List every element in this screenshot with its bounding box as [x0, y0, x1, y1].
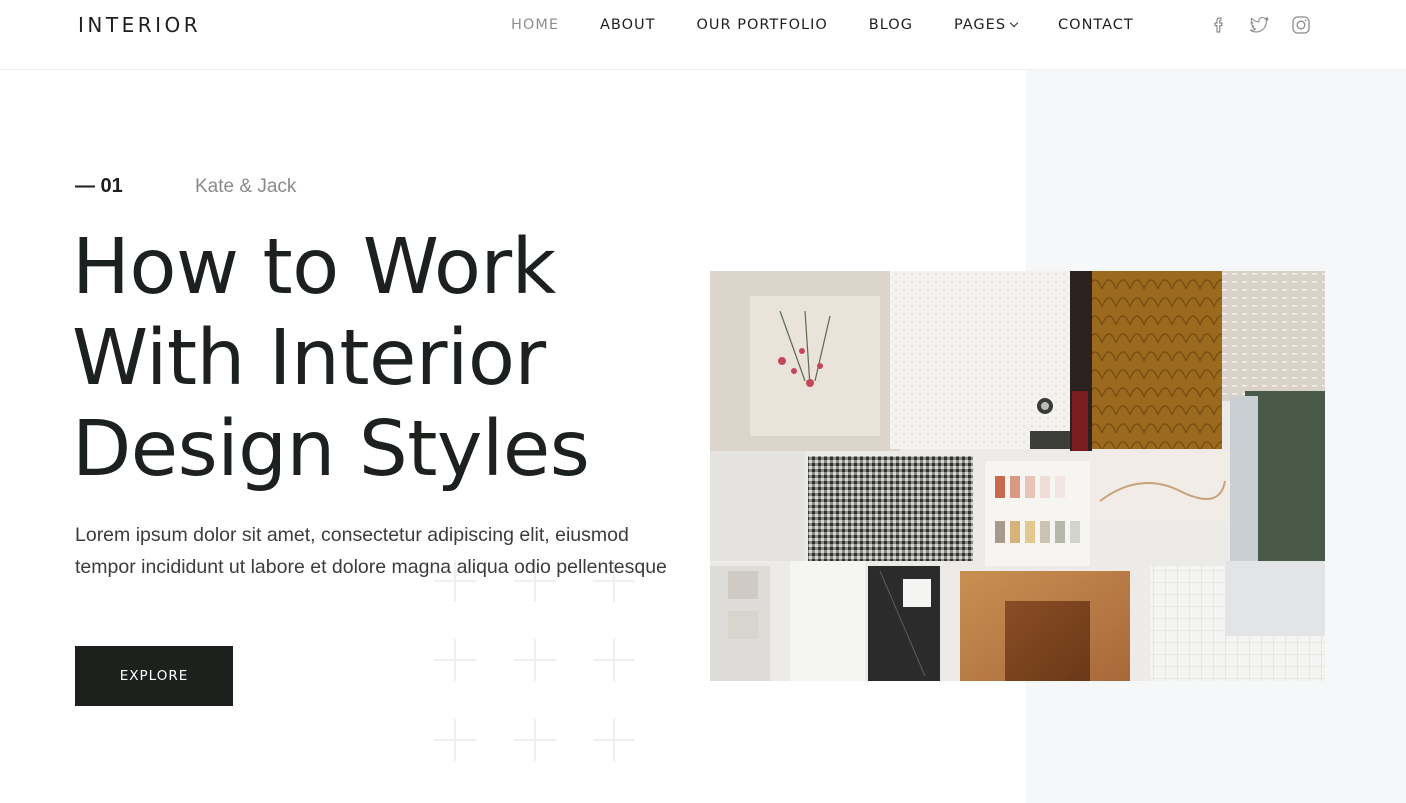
hero-title: How to Work With Interior Design Styles [72, 222, 712, 495]
nav-home[interactable]: HOME [511, 17, 559, 33]
cross-mark [514, 719, 556, 761]
social-links [1208, 14, 1312, 36]
nav-contact[interactable]: CONTACT [1058, 17, 1134, 33]
nav-portfolio[interactable]: OUR PORTFOLIO [697, 17, 828, 33]
cross-mark [593, 639, 635, 681]
facebook-icon[interactable] [1208, 14, 1230, 36]
instagram-icon[interactable] [1290, 14, 1312, 36]
main-nav: HOME ABOUT OUR PORTFOLIO BLOG PAGES CONT… [511, 17, 1134, 33]
chevron-down-icon [1009, 18, 1019, 28]
cross-mark [514, 639, 556, 681]
nav-about[interactable]: ABOUT [600, 17, 656, 33]
hero-title-line: With Interior [72, 314, 546, 403]
slide-number: — 01 [75, 175, 123, 197]
nav-blog[interactable]: BLOG [869, 17, 913, 33]
decorative-cross-pattern [434, 560, 636, 762]
hero-description: Lorem ipsum dolor sit amet, consectetur … [75, 524, 667, 578]
cross-mark [593, 719, 635, 761]
site-header: INTERIOR HOME ABOUT OUR PORTFOLIO BLOG P… [0, 0, 1406, 70]
site-logo[interactable]: INTERIOR [78, 13, 201, 37]
hero-title-line: How to Work [72, 223, 556, 312]
hero-title-line: Design Styles [72, 405, 590, 494]
explore-button[interactable]: EXPLORE [75, 646, 233, 706]
nav-pages[interactable]: PAGES [953, 17, 1019, 33]
nav-pages-label: PAGES [953, 17, 1007, 33]
twitter-icon[interactable] [1249, 14, 1271, 36]
hero-authors: Kate & Jack [195, 176, 297, 197]
cross-mark [434, 719, 476, 761]
cross-mark [434, 639, 476, 681]
hero-image [710, 271, 1325, 681]
